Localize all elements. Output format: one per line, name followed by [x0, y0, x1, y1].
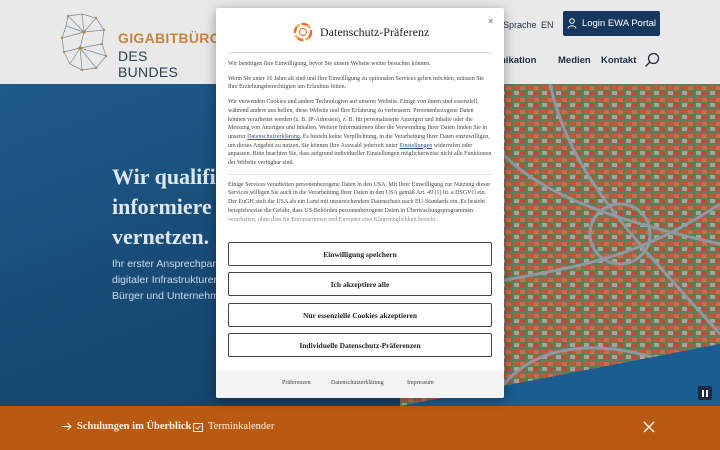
search-icon[interactable]: [644, 52, 660, 68]
datenschutz-inline-link[interactable]: Datenschutzerklärung: [247, 134, 300, 140]
arrow-right-icon: [62, 422, 72, 431]
consent-logo-icon: [293, 22, 313, 42]
calendar-icon: [193, 422, 203, 432]
dialog-title: Datenschutz-Präferenz: [320, 25, 430, 39]
pause-icon: [706, 389, 708, 397]
individual-preferences-button[interactable]: Individuelle Datenschutz-Präferenzen: [228, 333, 492, 357]
terminkalender-label: Terminkalender: [208, 421, 275, 432]
dialog-divider: [228, 52, 492, 53]
hero-text-line: Ihr erster Ansprechpart: [112, 258, 219, 270]
dialog-divider: [228, 173, 492, 175]
nav-medien[interactable]: Medien: [558, 55, 591, 66]
nav-kontakt[interactable]: Kontakt: [601, 55, 636, 66]
hero-text-line: digitaler Infrastrukturen: [112, 274, 220, 286]
logo-text-line2: DES BUNDES: [118, 48, 179, 80]
accept-essential-button[interactable]: Nur essenzielle Cookies akzeptieren: [228, 303, 492, 327]
privacy-consent-dialog: × Datenschutz-Präferenz Wir benötigen Ih…: [216, 8, 504, 398]
hero-title-line: vernetzen.: [112, 224, 210, 249]
close-dialog-icon[interactable]: ×: [488, 16, 493, 26]
close-banner-icon[interactable]: [642, 420, 656, 434]
schulungen-label: Schulungen im Überblick: [77, 421, 192, 432]
bottom-banner: Schulungen im Überblick Terminkalender: [0, 406, 720, 450]
hero-title-line: informiere: [112, 194, 212, 219]
hero-text-line: Bürger und Unternehm: [112, 290, 219, 302]
footer-praeferenzen-link[interactable]: Präferenzen: [282, 380, 311, 386]
language-selector[interactable]: Sprache: [503, 20, 537, 30]
footer-datenschutz-link[interactable]: Datenschutzerklärung: [331, 380, 384, 386]
login-ewa-portal-button[interactable]: Login EWA Portal: [563, 11, 660, 36]
schulungen-link[interactable]: Schulungen im Überblick: [62, 421, 191, 432]
footer-impressum-link[interactable]: Impressum: [407, 380, 434, 386]
dialog-paragraph: Wir benötigen Ihre Einwilligung, bevor S…: [228, 61, 431, 67]
hero-title-line: Wir qualifi: [112, 164, 216, 189]
dialog-scroll-fade: [228, 212, 492, 232]
logo-text-line1: GIGABITBÜRO: [118, 30, 221, 46]
dialog-paragraph: Wenn Sie unter 16 Jahre alt sind und Ihr…: [228, 75, 484, 91]
hero-description: Ihr erster Ansprechpart digitaler Infras…: [112, 256, 219, 304]
hero-title: Wir qualifi informiere vernetzen.: [112, 162, 216, 252]
user-icon: [567, 18, 577, 29]
language-en-link[interactable]: EN: [541, 20, 554, 30]
einstellungen-inline-link[interactable]: Einstellungen: [399, 143, 432, 149]
accept-all-button[interactable]: Ich akzeptiere alle: [228, 272, 492, 296]
dialog-body: Wir benötigen Ihre Einwilligung, bevor S…: [228, 60, 492, 230]
save-consent-button[interactable]: Einwilligung speichern: [228, 242, 492, 266]
dialog-footer: Präferenzen Datenschutzerklärung Impress…: [216, 370, 504, 398]
nav-kommunikation[interactable]: nikation: [500, 55, 536, 66]
terminkalender-link[interactable]: Terminkalender: [193, 421, 274, 432]
login-ewa-portal-label: Login EWA Portal: [581, 18, 657, 29]
pause-icon: [702, 389, 704, 397]
slideshow-pause-button[interactable]: [698, 386, 712, 400]
logo-mark-icon: [60, 13, 108, 72]
site-logo[interactable]: GIGABITBÜRO DES BUNDES: [60, 12, 221, 80]
dialog-paragraph: Wir verwenden Cookies und andere Technol…: [228, 98, 492, 168]
